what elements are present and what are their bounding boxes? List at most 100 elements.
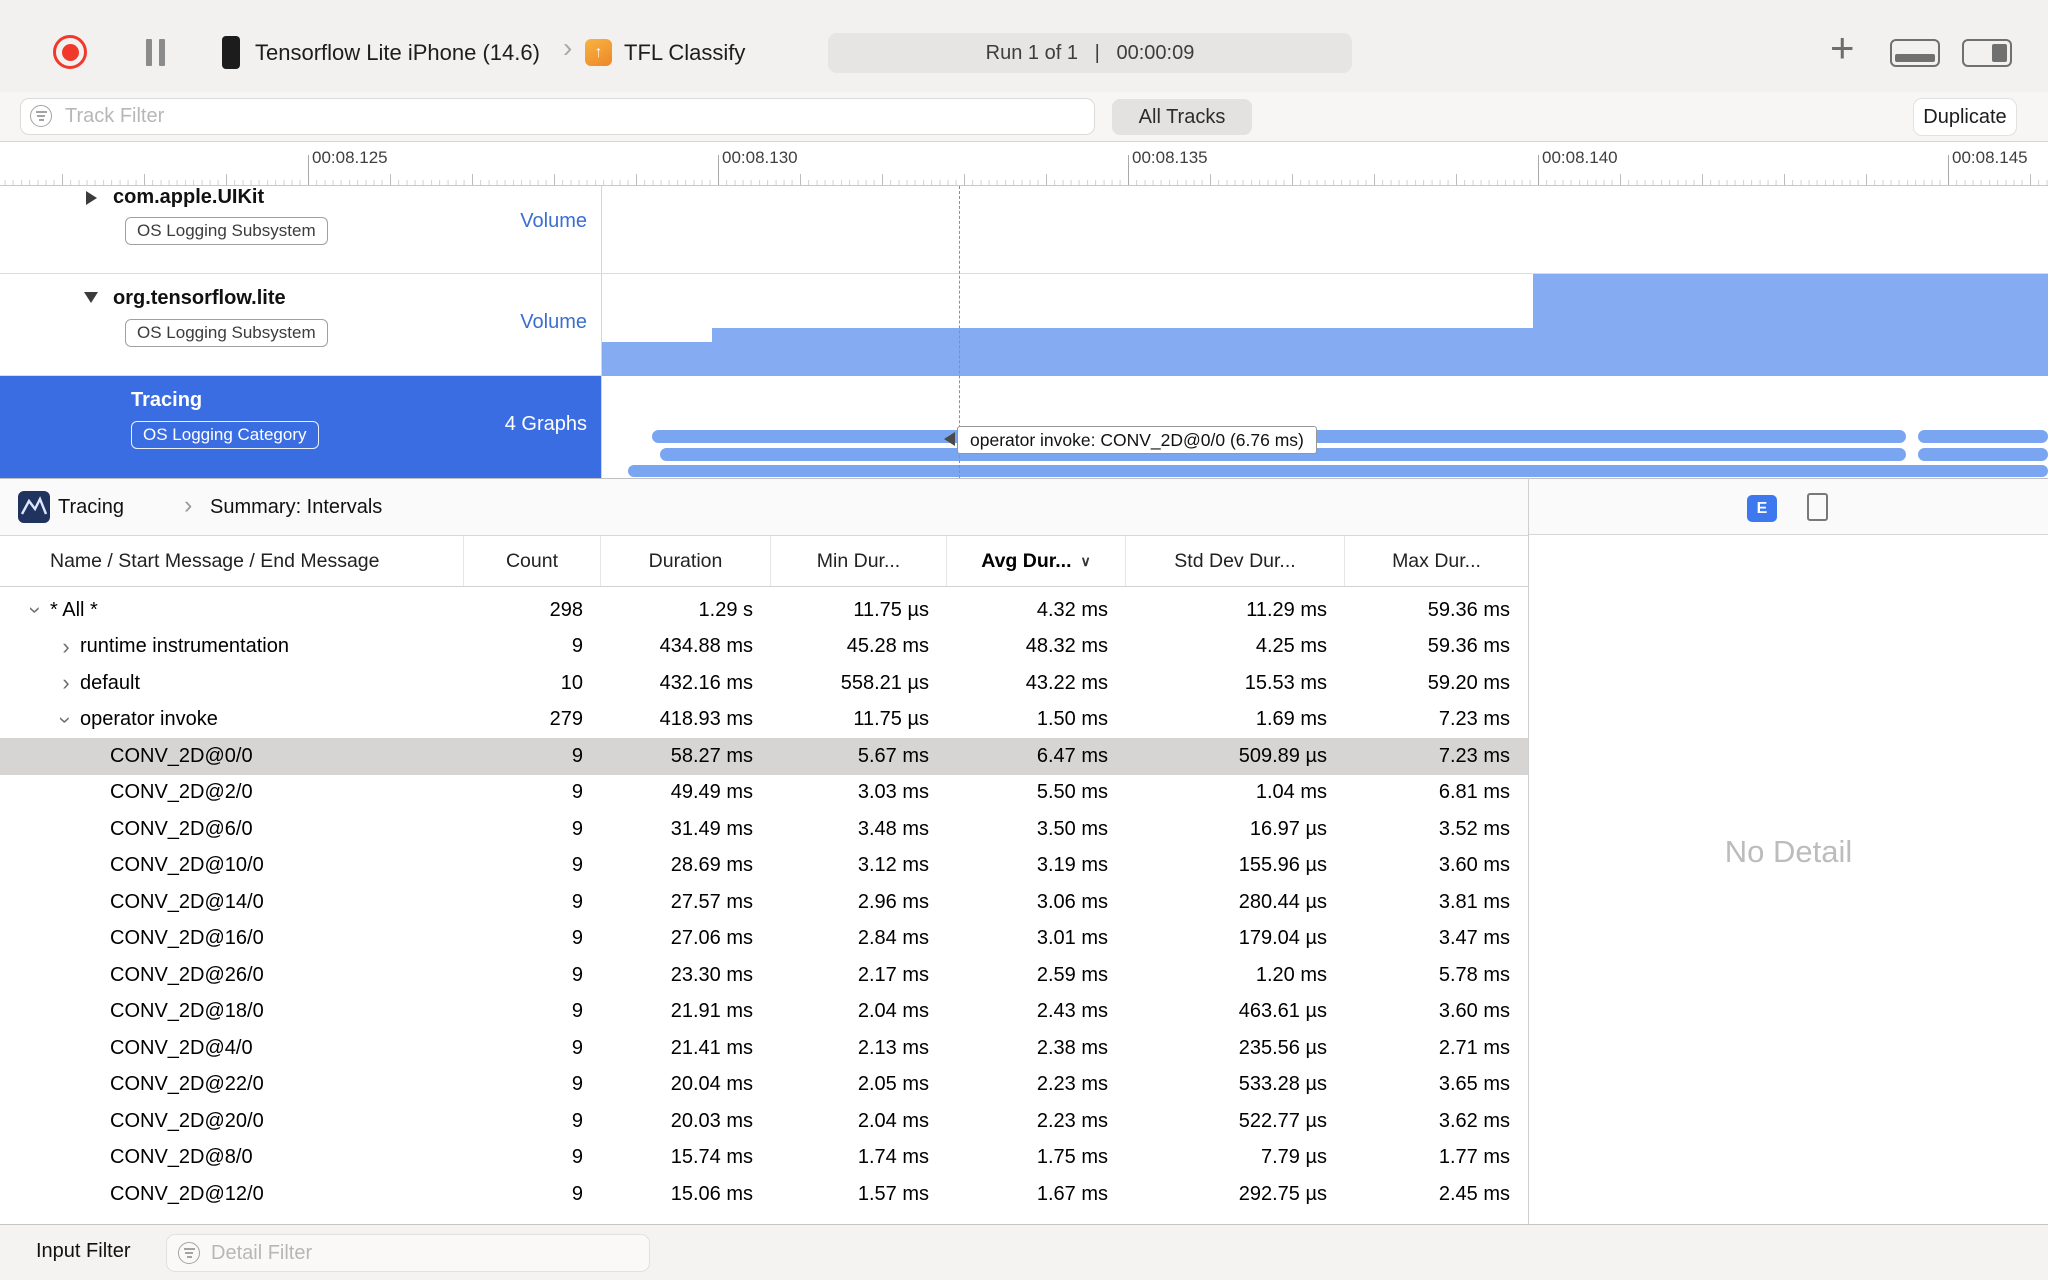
tree-chevron-icon[interactable]: [52, 672, 80, 694]
row-stddev-duration: 533.28 µs: [1238, 1073, 1327, 1096]
row-stddev-duration: 509.89 µs: [1238, 744, 1327, 767]
table-row[interactable]: default 10 432.16 ms 558.21 µs 43.22 ms …: [0, 665, 1528, 702]
bottom-filter-bar: Input Filter: [0, 1224, 2048, 1280]
interval-bar: [1918, 448, 2048, 461]
toggle-bottom-pane-button[interactable]: [1890, 39, 1940, 67]
row-max-duration: 5.78 ms: [1438, 963, 1510, 986]
row-avg-duration: 4.32 ms: [1036, 598, 1108, 621]
table-row[interactable]: CONV_2D@26/0 9 23.30 ms 2.17 ms 2.59 ms …: [0, 957, 1528, 994]
row-name: CONV_2D@20/0: [110, 1109, 264, 1132]
row-max-duration: 7.23 ms: [1438, 744, 1510, 767]
table-row[interactable]: CONV_2D@10/0 9 28.69 ms 3.12 ms 3.19 ms …: [0, 848, 1528, 885]
breadcrumb-item-summary[interactable]: Summary: Intervals: [210, 496, 382, 519]
row-min-duration: 2.05 ms: [857, 1073, 929, 1096]
detail-right-panel-header: E: [1529, 478, 2048, 535]
table-row[interactable]: runtime instrumentation 9 434.88 ms 45.2…: [0, 629, 1528, 666]
table-row[interactable]: CONV_2D@6/0 9 31.49 ms 3.48 ms 3.50 ms 1…: [0, 811, 1528, 848]
row-count: 10: [560, 671, 583, 694]
column-header-name[interactable]: Name / Start Message / End Message: [0, 536, 464, 586]
ruler-label: 00:08.125: [312, 148, 388, 167]
table-row[interactable]: CONV_2D@8/0 9 15.74 ms 1.74 ms 1.75 ms 7…: [0, 1140, 1528, 1177]
row-stddev-duration: 155.96 µs: [1238, 854, 1327, 877]
row-min-duration: 5.67 ms: [857, 744, 929, 767]
record-icon: [61, 43, 79, 61]
sort-chevron-icon: ∨: [1080, 552, 1091, 569]
track-badge: OS Logging Subsystem: [125, 319, 328, 347]
row-min-duration: 11.75 µs: [853, 598, 929, 621]
row-stddev-duration: 280.44 µs: [1238, 890, 1327, 913]
breadcrumb-item-tracing[interactable]: Tracing: [58, 496, 124, 519]
table-row[interactable]: CONV_2D@2/0 9 49.49 ms 3.03 ms 5.50 ms 1…: [0, 775, 1528, 812]
plus-icon[interactable]: +: [1830, 26, 1855, 70]
row-count: 9: [571, 963, 583, 986]
disclosure-triangle-icon[interactable]: [86, 191, 97, 205]
row-count: 298: [549, 598, 583, 621]
track-panel-divider: [601, 186, 602, 478]
table-row[interactable]: CONV_2D@16/0 9 27.06 ms 2.84 ms 3.01 ms …: [0, 921, 1528, 958]
track-filter-bar: All Tracks Duplicate: [0, 92, 2048, 142]
row-name-cell: CONV_2D@6/0: [0, 818, 464, 841]
row-avg-duration: 43.22 ms: [1025, 671, 1108, 694]
column-header-avg-label: Avg Dur...: [981, 549, 1072, 572]
row-min-duration: 1.74 ms: [857, 1146, 929, 1169]
ruler-label: 00:08.135: [1132, 148, 1208, 167]
iphone-icon: [222, 36, 240, 69]
row-stddev-duration: 235.56 µs: [1238, 1036, 1327, 1059]
table-row[interactable]: * All * 298 1.29 s 11.75 µs 4.32 ms 11.2…: [0, 592, 1528, 629]
extended-detail-button[interactable]: E: [1747, 495, 1777, 522]
target-selector[interactable]: TFL Classify: [624, 40, 745, 66]
row-avg-duration: 1.75 ms: [1036, 1146, 1108, 1169]
row-count: 9: [571, 781, 583, 804]
row-min-duration: 3.03 ms: [857, 781, 929, 804]
table-row[interactable]: operator invoke 279 418.93 ms 11.75 µs 1…: [0, 702, 1528, 739]
row-min-duration: 11.75 µs: [853, 708, 929, 731]
table-row[interactable]: CONV_2D@12/0 9 15.06 ms 1.57 ms 1.67 ms …: [0, 1176, 1528, 1213]
document-icon[interactable]: [1807, 493, 1828, 521]
column-header-max[interactable]: Max Dur...: [1345, 536, 1528, 586]
row-min-duration: 2.96 ms: [857, 890, 929, 913]
tree-chevron-icon[interactable]: [22, 599, 50, 621]
row-stddev-duration: 1.20 ms: [1255, 963, 1327, 986]
row-min-duration: 558.21 µs: [840, 671, 929, 694]
tree-chevron-icon[interactable]: [52, 636, 80, 658]
row-max-duration: 3.52 ms: [1438, 817, 1510, 840]
table-row[interactable]: CONV_2D@14/0 9 27.57 ms 2.96 ms 3.06 ms …: [0, 884, 1528, 921]
table-row[interactable]: CONV_2D@22/0 9 20.04 ms 2.05 ms 2.23 ms …: [0, 1067, 1528, 1104]
track-meta-label: 4 Graphs: [504, 413, 587, 435]
toggle-right-pane-button[interactable]: [1962, 39, 2012, 67]
disclosure-triangle-icon[interactable]: [84, 292, 98, 303]
row-min-duration: 3.12 ms: [857, 854, 929, 877]
row-name-cell: CONV_2D@4/0: [0, 1037, 464, 1060]
run-indicator[interactable]: Run 1 of 1 | 00:00:09: [828, 33, 1352, 73]
row-name: CONV_2D@14/0: [110, 890, 264, 913]
duplicate-button[interactable]: Duplicate: [1914, 99, 2016, 135]
column-header-stddev[interactable]: Std Dev Dur...: [1126, 536, 1345, 586]
row-name-cell: CONV_2D@20/0: [0, 1110, 464, 1133]
row-duration: 434.88 ms: [659, 635, 753, 658]
track-filter-input[interactable]: [20, 98, 1095, 135]
row-name: CONV_2D@12/0: [110, 1182, 264, 1205]
row-name: CONV_2D@10/0: [110, 854, 264, 877]
table-row[interactable]: CONV_2D@18/0 9 21.91 ms 2.04 ms 2.43 ms …: [0, 994, 1528, 1031]
tree-chevron-icon[interactable]: [52, 709, 80, 731]
record-button[interactable]: [53, 35, 87, 69]
table-row[interactable]: CONV_2D@0/0 9 58.27 ms 5.67 ms 6.47 ms 5…: [0, 738, 1528, 775]
interval-tooltip: operator invoke: CONV_2D@0/0 (6.76 ms): [957, 426, 1317, 454]
column-header-avg[interactable]: Avg Dur... ∨: [947, 536, 1126, 586]
row-name: default: [80, 671, 141, 694]
table-row[interactable]: CONV_2D@20/0 9 20.03 ms 2.04 ms 2.23 ms …: [0, 1103, 1528, 1140]
column-header-count[interactable]: Count: [464, 536, 601, 586]
pause-button[interactable]: [146, 39, 165, 66]
device-selector[interactable]: Tensorflow Lite iPhone (14.6): [255, 40, 540, 66]
track-row-uikit[interactable]: com.apple.UIKit OS Logging Subsystem Vol…: [0, 186, 2048, 274]
all-tracks-button[interactable]: All Tracks: [1112, 99, 1252, 135]
detail-filter-input[interactable]: [166, 1234, 650, 1272]
row-duration: 20.03 ms: [670, 1109, 753, 1132]
row-max-duration: 7.23 ms: [1438, 708, 1510, 731]
timeline-ruler[interactable]: 00:08.125 00:08.130 00:08.135 00:08.140 …: [0, 142, 2048, 186]
row-avg-duration: 5.50 ms: [1036, 781, 1108, 804]
table-row[interactable]: CONV_2D@4/0 9 21.41 ms 2.13 ms 2.38 ms 2…: [0, 1030, 1528, 1067]
column-header-duration[interactable]: Duration: [601, 536, 771, 586]
column-header-min[interactable]: Min Dur...: [771, 536, 947, 586]
row-duration: 418.93 ms: [659, 708, 753, 731]
